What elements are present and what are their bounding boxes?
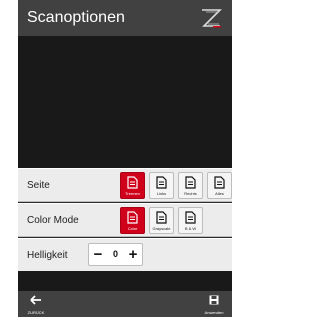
brightness-label: Helligkeit — [27, 250, 68, 261]
brightness-value: 0 — [112, 249, 118, 259]
document-icon — [214, 176, 225, 189]
option-label: Links — [156, 191, 167, 196]
arrow-left-icon — [30, 295, 41, 305]
option-label: Grayscale — [152, 226, 171, 231]
option-links[interactable]: Links — [149, 172, 174, 199]
back-button[interactable]: ZURÜCK — [24, 294, 48, 316]
decrease-button[interactable]: − — [89, 244, 107, 265]
color-mode-label: Color Mode — [27, 215, 79, 226]
document-icon — [156, 176, 167, 189]
side-label: Seite — [27, 180, 50, 191]
document-icon — [185, 211, 196, 224]
spacer-top — [18, 36, 232, 168]
brightness-stepper: − 0 + — [88, 243, 143, 266]
option-grayscale[interactable]: Grayscale — [149, 207, 174, 234]
apply-button[interactable]: Anwenden — [200, 294, 228, 316]
bottom-bar: ZURÜCK Anwenden — [18, 291, 232, 317]
option-label: Color — [127, 226, 138, 231]
option-label: Alles — [215, 191, 224, 196]
side-row: Seite Trennen Links Rechts Alles — [18, 168, 232, 202]
header-bar: Scanoptionen — [18, 0, 232, 36]
scan-options-screen: Scanoptionen Seite Trennen Links Rechts … — [18, 0, 232, 317]
brand-logo-icon — [199, 6, 223, 30]
option-bw[interactable]: B & W — [178, 207, 203, 234]
option-trennen[interactable]: Trennen — [120, 172, 145, 199]
document-icon — [185, 176, 196, 189]
document-icon — [156, 211, 167, 224]
option-alles[interactable]: Alles — [207, 172, 232, 199]
option-label: B & W — [184, 226, 197, 231]
page-title: Scanoptionen — [27, 9, 125, 26]
option-label: Trennen — [125, 191, 140, 196]
spacer-bottom — [18, 271, 232, 291]
save-icon — [209, 295, 219, 305]
document-icon — [127, 176, 138, 189]
option-color[interactable]: Color — [120, 207, 145, 234]
apply-label: Anwenden — [204, 310, 224, 315]
color-mode-row: Color Mode Color Grayscale B & W — [18, 203, 232, 237]
document-icon — [127, 211, 138, 224]
increase-button[interactable]: + — [124, 244, 142, 265]
brightness-row: Helligkeit − 0 + — [18, 238, 232, 272]
back-label: ZURÜCK — [27, 310, 45, 315]
option-label: Rechts — [184, 191, 197, 196]
option-rechts[interactable]: Rechts — [178, 172, 203, 199]
